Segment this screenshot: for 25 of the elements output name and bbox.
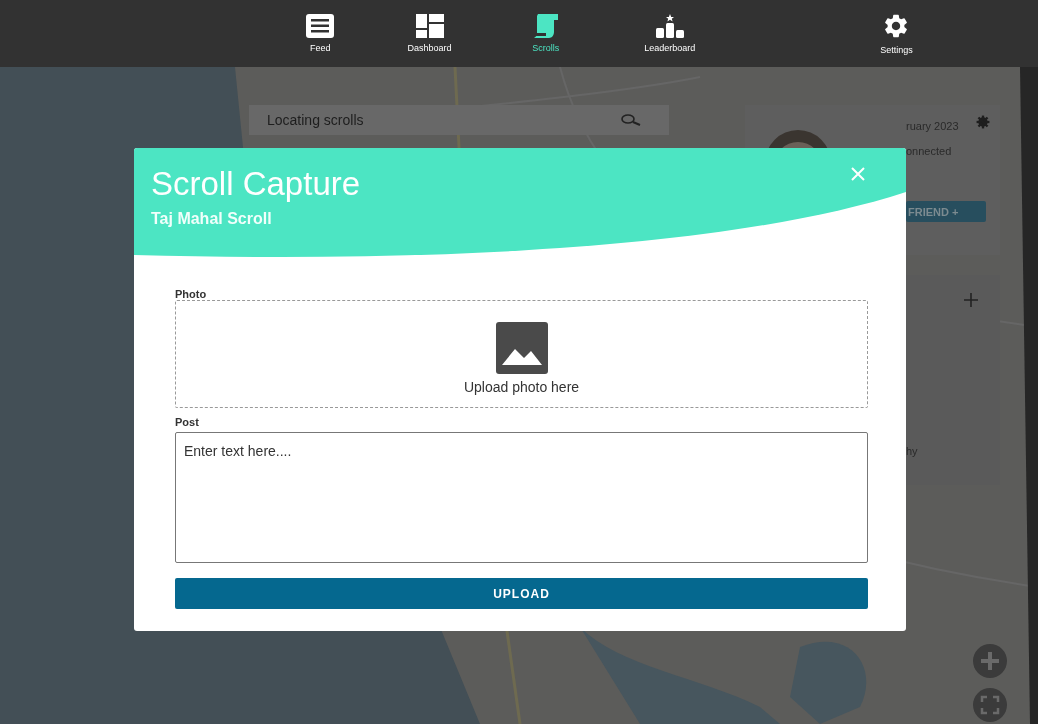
- list-icon: [306, 14, 335, 38]
- dashboard-icon: [415, 14, 444, 38]
- podium-icon: [655, 14, 684, 38]
- nav-tab[interactable]: Leaderboard: [584, 14, 755, 53]
- scroll-icon: [531, 14, 560, 38]
- upload-button[interactable]: UPLOAD: [175, 578, 868, 609]
- nav-tab[interactable]: Feed: [288, 14, 353, 53]
- photo-dropzone[interactable]: Upload photo here: [175, 300, 868, 408]
- dialog-title: Scroll Capture: [151, 165, 361, 203]
- image-icon: [495, 321, 548, 374]
- nav-tab[interactable]: Dashboard: [352, 14, 507, 53]
- field-label: Photo: [175, 288, 208, 300]
- search-field[interactable]: Locating scrolls: [249, 105, 669, 135]
- nav-tab[interactable]: Scrolls: [506, 14, 585, 53]
- close-button[interactable]: [850, 166, 866, 182]
- post-text-field[interactable]: Enter text here....: [175, 432, 868, 563]
- nav-tab[interactable]: Settings: [754, 12, 1038, 55]
- search-icon[interactable]: [621, 114, 641, 126]
- upload-hint: Upload photo here: [463, 378, 580, 395]
- zoom-in-button[interactable]: [973, 644, 1007, 678]
- settings-icon[interactable]: [976, 115, 990, 129]
- plus-icon[interactable]: [964, 293, 978, 307]
- dialog-subtitle: Taj Mahal Scroll: [151, 210, 272, 228]
- field-label: Post: [175, 416, 200, 428]
- fullscreen-button[interactable]: [973, 688, 1007, 722]
